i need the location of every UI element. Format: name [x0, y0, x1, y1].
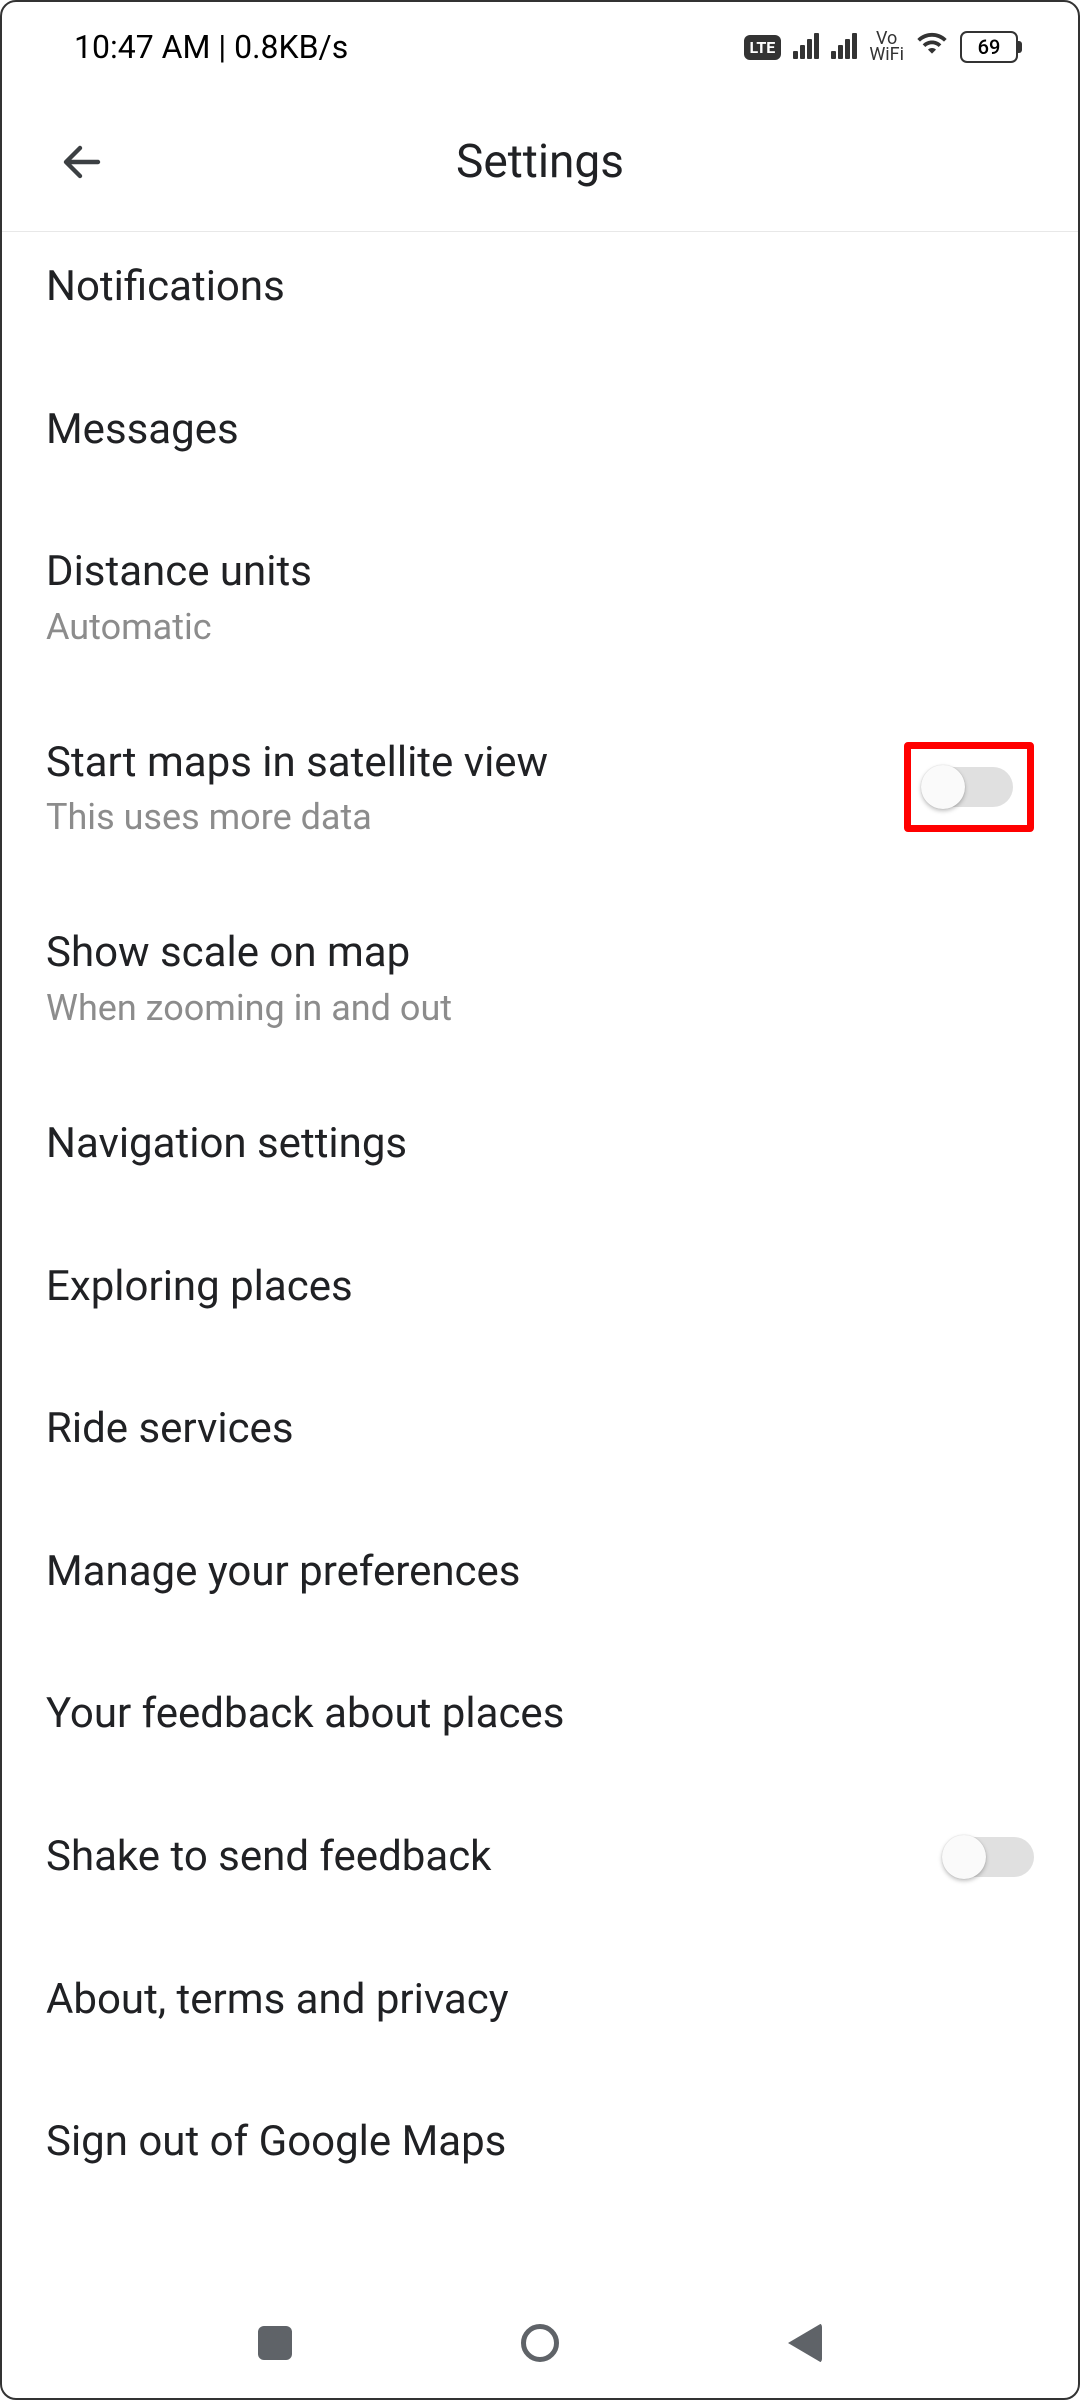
- setting-title: Navigation settings: [46, 1117, 1034, 1172]
- signal-icon-1: [793, 35, 819, 59]
- satellite-view-toggle[interactable]: [925, 767, 1013, 807]
- shake-feedback-toggle[interactable]: [946, 1837, 1034, 1877]
- app-bar: Settings: [2, 92, 1078, 232]
- setting-title: Start maps in satellite view: [46, 736, 904, 791]
- setting-notifications[interactable]: Notifications: [2, 232, 1078, 359]
- recents-button[interactable]: [245, 2313, 305, 2373]
- back-button[interactable]: [42, 122, 122, 202]
- setting-title: Sign out of Google Maps: [46, 2115, 1034, 2170]
- time-text: 10:47 AM: [74, 28, 210, 66]
- square-icon: [258, 2326, 292, 2360]
- setting-ride-services[interactable]: Ride services: [2, 1358, 1078, 1501]
- toggle-thumb: [921, 765, 965, 809]
- setting-title: Distance units: [46, 545, 1034, 600]
- setting-title: Ride services: [46, 1402, 1034, 1457]
- setting-subtitle: This uses more data: [46, 796, 904, 838]
- android-nav-bar: [2, 2288, 1078, 2398]
- setting-distance-units[interactable]: Distance units Automatic: [2, 501, 1078, 692]
- setting-navigation[interactable]: Navigation settings: [2, 1073, 1078, 1216]
- wifi-icon: [916, 27, 948, 67]
- setting-about-terms[interactable]: About, terms and privacy: [2, 1929, 1078, 2072]
- highlight-annotation: [904, 742, 1034, 832]
- setting-title: Exploring places: [46, 1260, 1034, 1315]
- network-speed: 0.8KB/s: [234, 28, 348, 66]
- setting-title: Notifications: [46, 260, 1034, 315]
- setting-sign-out[interactable]: Sign out of Google Maps: [2, 2071, 1078, 2214]
- separator: |: [210, 28, 234, 66]
- setting-your-feedback[interactable]: Your feedback about places: [2, 1643, 1078, 1786]
- circle-icon: [521, 2324, 559, 2362]
- vowifi-icon: VoWiFi: [869, 31, 904, 63]
- status-time: 10:47 AM | 0.8KB/s: [74, 28, 348, 66]
- home-button[interactable]: [510, 2313, 570, 2373]
- setting-messages[interactable]: Messages: [2, 359, 1078, 502]
- settings-list: Notifications Messages Distance units Au…: [2, 232, 1078, 2214]
- setting-title: About, terms and privacy: [46, 1973, 1034, 2028]
- signal-icon-2: [831, 35, 857, 59]
- triangle-icon: [788, 2323, 822, 2363]
- back-nav-button[interactable]: [775, 2313, 835, 2373]
- toggle-thumb: [942, 1835, 986, 1879]
- setting-title: Show scale on map: [46, 926, 1034, 981]
- setting-title: Your feedback about places: [46, 1687, 1034, 1742]
- setting-subtitle: Automatic: [46, 606, 1034, 648]
- battery-icon: 69: [960, 31, 1018, 63]
- setting-show-scale[interactable]: Show scale on map When zooming in and ou…: [2, 882, 1078, 1073]
- setting-exploring-places[interactable]: Exploring places: [2, 1216, 1078, 1359]
- battery-level: 69: [978, 35, 1001, 59]
- setting-title: Manage your preferences: [46, 1545, 1034, 1600]
- page-title: Settings: [456, 135, 624, 189]
- setting-subtitle: When zooming in and out: [46, 987, 1034, 1029]
- setting-title: Messages: [46, 403, 1034, 458]
- setting-manage-preferences[interactable]: Manage your preferences: [2, 1501, 1078, 1644]
- status-bar: 10:47 AM | 0.8KB/s LTE VoWiFi 69: [2, 2, 1078, 92]
- status-icons: LTE VoWiFi 69: [744, 27, 1018, 67]
- setting-title: Shake to send feedback: [46, 1830, 946, 1885]
- setting-satellite-view[interactable]: Start maps in satellite view This uses m…: [2, 692, 1078, 883]
- setting-shake-feedback[interactable]: Shake to send feedback: [2, 1786, 1078, 1929]
- lte-icon: LTE: [744, 35, 782, 60]
- arrow-left-icon: [58, 138, 106, 186]
